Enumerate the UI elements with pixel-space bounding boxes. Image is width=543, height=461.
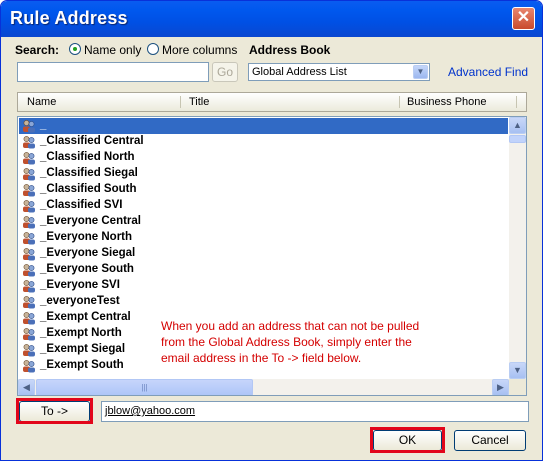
list-item[interactable]: _Everyone SVI	[19, 278, 508, 294]
list-item-name: _Exempt North	[40, 327, 122, 339]
list-item-name: _Everyone South	[40, 263, 134, 275]
list-item-name: _Everyone Central	[40, 215, 141, 227]
list-header: Name Title Business Phone	[17, 92, 527, 112]
search-input[interactable]	[17, 62, 209, 82]
vertical-scroll-thumb[interactable]	[509, 135, 526, 143]
list-item[interactable]: _Classified South	[19, 182, 508, 198]
horizontal-scroll-thumb[interactable]: |||	[36, 379, 253, 395]
list-item-name: _Classified South	[40, 183, 137, 195]
column-header-title[interactable]: Title	[189, 96, 209, 108]
distribution-list-icon	[22, 311, 36, 325]
column-divider[interactable]	[180, 96, 181, 108]
instruction-annotation: When you add an address that can not be …	[161, 319, 420, 365]
to-field-value: jblow@yahoo.com	[105, 405, 196, 417]
column-divider[interactable]	[516, 96, 517, 108]
list-item-name: _Everyone Siegal	[40, 247, 136, 259]
list-item-name: _everyoneTest	[40, 295, 120, 307]
cancel-button[interactable]: Cancel	[454, 430, 526, 451]
vertical-scrollbar[interactable]: ▲ ▼	[509, 117, 526, 379]
list-item[interactable]: _	[19, 118, 508, 134]
address-book-selected: Global Address List	[252, 66, 347, 78]
list-item[interactable]: _Classified Siegal	[19, 166, 508, 182]
distribution-list-icon	[22, 279, 36, 293]
distribution-list-icon	[22, 295, 36, 309]
scroll-left-button[interactable]: ◀	[18, 379, 35, 395]
list-item[interactable]: _everyoneTest	[19, 294, 508, 310]
close-icon: ✕	[516, 9, 531, 26]
scroll-up-button[interactable]: ▲	[509, 117, 526, 134]
list-item[interactable]: _Everyone North	[19, 230, 508, 246]
name-only-radio[interactable]	[69, 43, 81, 55]
list-item-name: _Classified SVI	[40, 199, 123, 211]
address-book-dropdown[interactable]: Global Address List ▼	[248, 63, 430, 81]
chevron-down-icon[interactable]: ▼	[413, 65, 428, 79]
list-item-name: _Classified North	[40, 151, 135, 163]
close-button[interactable]: ✕	[512, 7, 535, 30]
list-item-name: _Classified Siegal	[40, 167, 138, 179]
horizontal-scrollbar[interactable]: ◀ ||| ▶	[18, 379, 509, 395]
list-item[interactable]: _Classified SVI	[19, 198, 508, 214]
list-item-name: _	[40, 119, 47, 131]
distribution-list-icon	[22, 183, 36, 197]
column-divider[interactable]	[399, 96, 400, 108]
more-columns-label[interactable]: More columns	[162, 43, 237, 57]
list-item-name: _Exempt Siegal	[40, 343, 126, 355]
to-button-highlight	[16, 398, 93, 424]
list-item-name: _Exempt Central	[40, 311, 131, 323]
distribution-list-icon	[22, 231, 36, 245]
list-item-name: _Exempt South	[40, 359, 124, 371]
advanced-find-link[interactable]: Advanced Find	[448, 65, 528, 79]
column-header-name[interactable]: Name	[27, 96, 56, 108]
rule-address-dialog: Rule Address ✕ Search: Name only More co…	[0, 0, 543, 461]
address-book-label: Address Book	[249, 43, 331, 57]
distribution-list-icon	[22, 119, 36, 133]
search-label: Search:	[15, 43, 60, 57]
go-button[interactable]: Go	[212, 62, 238, 82]
distribution-list-icon	[22, 167, 36, 181]
distribution-list-icon	[22, 199, 36, 213]
scroll-corner	[509, 379, 526, 395]
distribution-list-icon	[22, 359, 36, 373]
list-item[interactable]: _Everyone Central	[19, 214, 508, 230]
list-item[interactable]: _Classified North	[19, 150, 508, 166]
list-item-name: _Everyone SVI	[40, 279, 120, 291]
list-item[interactable]: _Everyone Siegal	[19, 246, 508, 262]
dialog-body: Search: Name only More columns Address B…	[4, 37, 539, 457]
scroll-down-button[interactable]: ▼	[509, 362, 526, 379]
window-title: Rule Address	[10, 8, 128, 28]
distribution-list-icon	[22, 135, 36, 149]
to-field[interactable]: jblow@yahoo.com	[101, 401, 529, 422]
list-item[interactable]: _Classified Central	[19, 134, 508, 150]
list-item[interactable]: _Everyone South	[19, 262, 508, 278]
distribution-list-icon	[22, 151, 36, 165]
distribution-list-icon	[22, 343, 36, 357]
title-bar[interactable]: Rule Address ✕	[1, 1, 542, 37]
list-item-name: _Everyone North	[40, 231, 133, 243]
distribution-list-icon	[22, 247, 36, 261]
distribution-list-icon	[22, 327, 36, 341]
scroll-right-button[interactable]: ▶	[492, 379, 509, 395]
ok-button-highlight	[370, 427, 445, 453]
column-header-business-phone[interactable]: Business Phone	[407, 96, 487, 108]
name-only-label[interactable]: Name only	[84, 43, 141, 57]
distribution-list-icon	[22, 263, 36, 277]
more-columns-radio[interactable]	[147, 43, 159, 55]
distribution-list-icon	[22, 215, 36, 229]
list-item-name: _Classified Central	[40, 135, 144, 147]
